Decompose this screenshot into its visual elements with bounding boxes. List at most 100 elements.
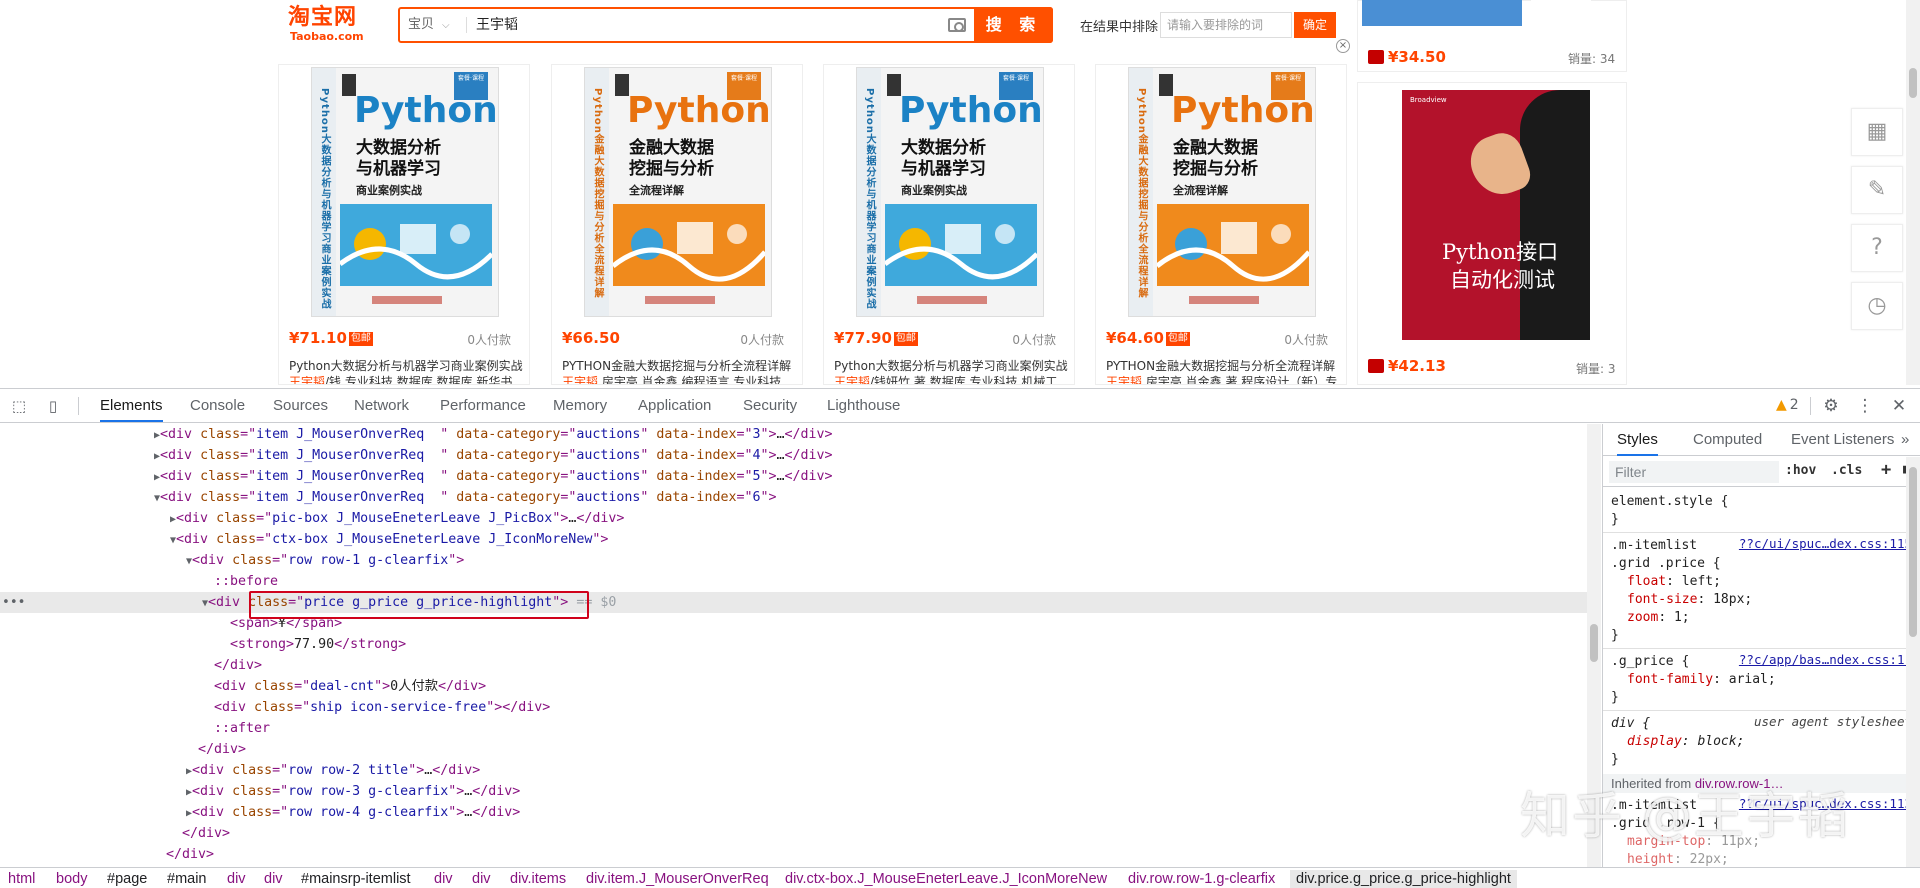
dom-node[interactable]: ▼<div class="item J_MouserOnverReq " dat… bbox=[154, 487, 777, 508]
product-image[interactable]: Broadview Python接口 自动化测试 bbox=[1402, 90, 1590, 340]
selected-dom-node[interactable]: ••• ▼<div class="price g_price g_price-hi… bbox=[0, 592, 1587, 613]
product-card[interactable]: Python金融大数据挖掘与分析全流程详解 套餐·课程 Python 金融大数据… bbox=[1095, 64, 1347, 385]
dom-node[interactable]: </div> bbox=[166, 844, 214, 865]
product-card[interactable]: Python大数据分析与机器学习商业案例实战 套餐·课程 Python 大数据分… bbox=[278, 64, 530, 385]
history-button[interactable]: ◷ bbox=[1851, 282, 1903, 330]
css-declaration[interactable]: height: 22px; bbox=[1627, 850, 1729, 867]
rule-selector[interactable]: .m-itemlist bbox=[1611, 536, 1697, 555]
breadcrumb-item[interactable]: div.items bbox=[510, 870, 566, 888]
cls-toggle[interactable]: .cls bbox=[1831, 463, 1862, 478]
css-declaration[interactable]: zoom: 1; bbox=[1627, 608, 1690, 627]
tab-security[interactable]: Security bbox=[743, 389, 797, 422]
css-declaration[interactable]: float: left; bbox=[1627, 572, 1721, 591]
search-category-select[interactable]: 宝贝 ⌵ bbox=[408, 9, 466, 41]
dom-node[interactable]: ▶<div class="item J_MouserOnverReq " dat… bbox=[154, 445, 833, 466]
product-image[interactable]: Python金融大数据挖掘与分析全流程详解 套餐·课程 Python 金融大数据… bbox=[584, 67, 772, 317]
product-image[interactable]: Python大数据分析与机器学习商业案例实战 套餐·课程 Python 大数据分… bbox=[856, 67, 1044, 317]
breadcrumb-item[interactable]: div.row.row-1.g-clearfix bbox=[1128, 870, 1275, 888]
add-rule-icon[interactable]: + bbox=[1881, 460, 1891, 480]
dom-node[interactable]: <div class="deal-cnt">0人付款</div> bbox=[214, 676, 486, 697]
product-image[interactable]: Python金融大数据挖掘与分析全流程详解 套餐·课程 Python 金融大数据… bbox=[1128, 67, 1316, 317]
tab-application[interactable]: Application bbox=[638, 389, 711, 422]
device-toolbar-icon[interactable]: ▯ bbox=[44, 397, 62, 415]
warnings-badge[interactable]: ▲ 2 bbox=[1776, 397, 1799, 413]
scrollbar-thumb[interactable] bbox=[1909, 467, 1917, 637]
dom-node[interactable]: ▶<div class="row row-4 g-clearfix">…</di… bbox=[186, 802, 520, 823]
product-title[interactable]: PYTHON金融大数据挖掘与分析全流程详解 bbox=[562, 357, 798, 374]
search-button[interactable]: 搜 索 bbox=[974, 7, 1053, 43]
filter-input[interactable]: Filter bbox=[1609, 461, 1779, 483]
breadcrumb-item[interactable]: div bbox=[434, 870, 453, 888]
breadcrumb-item[interactable]: div bbox=[264, 870, 283, 888]
tab-console[interactable]: Console bbox=[190, 389, 245, 422]
tab-memory[interactable]: Memory bbox=[553, 389, 607, 422]
product-card[interactable]: Python金融大数据挖掘与分析全流程详解 套餐·课程 Python 金融大数据… bbox=[551, 64, 803, 385]
tab-event-listeners[interactable]: Event Listeners bbox=[1791, 424, 1894, 456]
product-title[interactable]: Python大数据分析与机器学习商业案例实战 bbox=[834, 357, 1070, 374]
camera-icon[interactable] bbox=[948, 18, 966, 32]
exclude-input[interactable]: 请输入要排除的词 bbox=[1160, 12, 1292, 38]
tab-performance[interactable]: Performance bbox=[440, 389, 526, 422]
dom-node[interactable]: ▶<div class="pic-box J_MouseEneterLeave … bbox=[170, 508, 624, 529]
dom-node[interactable]: ▼<div class="row row-1 g-clearfix"> bbox=[186, 550, 464, 571]
tab-sources[interactable]: Sources bbox=[273, 389, 328, 422]
scrollbar-thumb[interactable] bbox=[1590, 624, 1598, 662]
tab-network[interactable]: Network bbox=[354, 389, 409, 422]
exclude-confirm-button[interactable]: 确定 bbox=[1294, 12, 1336, 38]
hov-toggle[interactable]: :hov bbox=[1785, 463, 1816, 478]
dom-node[interactable]: ▶<div class="item J_MouserOnverReq " dat… bbox=[154, 424, 833, 445]
product-image[interactable] bbox=[1362, 0, 1522, 26]
css-declaration[interactable]: font-family: arial; bbox=[1627, 670, 1776, 689]
tab-lighthouse[interactable]: Lighthouse bbox=[827, 389, 900, 422]
tab-elements[interactable]: Elements bbox=[100, 389, 163, 422]
breadcrumb-item[interactable]: #page bbox=[107, 870, 147, 888]
breadcrumb-item[interactable]: div bbox=[472, 870, 491, 888]
breadcrumb-item[interactable]: html bbox=[8, 870, 35, 888]
gift-button[interactable]: ▦ bbox=[1851, 108, 1903, 156]
rule-selector[interactable]: .g_price { bbox=[1611, 652, 1689, 671]
dom-node[interactable]: <strong>77.90</strong> bbox=[230, 634, 406, 655]
help-button[interactable]: ? bbox=[1851, 224, 1903, 272]
breadcrumb-item[interactable]: body bbox=[56, 870, 87, 888]
page-scrollbar[interactable] bbox=[1906, 0, 1920, 385]
tab-computed[interactable]: Computed bbox=[1693, 424, 1762, 456]
breadcrumb-item[interactable]: div.ctx-box.J_MouseEneterLeave.J_IconMor… bbox=[785, 870, 1107, 888]
stylesheet-link[interactable]: ??c/app/bas…ndex.css:11 bbox=[1739, 652, 1912, 667]
dom-node[interactable]: </div> bbox=[198, 739, 246, 760]
gear-icon[interactable]: ⚙ bbox=[1822, 397, 1840, 415]
css-declaration[interactable]: display: block; bbox=[1627, 732, 1744, 751]
pseudo-element[interactable]: ::after bbox=[214, 718, 270, 739]
taobao-logo[interactable]: 淘宝网 Taobao.com bbox=[288, 6, 372, 46]
pseudo-element[interactable]: ::before bbox=[214, 571, 278, 592]
scrollbar-thumb[interactable] bbox=[1909, 68, 1917, 98]
product-title-line2[interactable]: 王宇韬/钱妍竹 著 数据库 专业科技 机械工 bbox=[834, 373, 1070, 384]
dom-node[interactable]: <div class="ship icon-service-free"></di… bbox=[214, 697, 550, 718]
css-declaration[interactable]: font-size: 18px; bbox=[1627, 590, 1752, 609]
dom-node[interactable]: ▶<div class="row row-3 g-clearfix">…</di… bbox=[186, 781, 520, 802]
element-style-rule[interactable]: element.style { bbox=[1611, 492, 1728, 511]
search-input[interactable]: 王宇韬 bbox=[476, 9, 518, 41]
close-icon[interactable]: ✕ bbox=[1890, 397, 1908, 415]
product-title-line2[interactable]: 王宇韬 房宇亮 肖金鑫 著 程序设计（新）专 bbox=[1106, 373, 1342, 384]
product-title-line2[interactable]: 王宇韬/钱 专业科技 数据库 数据库 新华书 bbox=[289, 373, 525, 384]
product-title-line2[interactable]: 王宇韬 房宇亮 肖金鑫 编程语言 专业科技 bbox=[562, 373, 798, 384]
rule-selector[interactable]: div { bbox=[1611, 714, 1650, 733]
more-icon[interactable]: ••• bbox=[2, 592, 25, 613]
close-icon[interactable]: × bbox=[1336, 39, 1350, 53]
inspect-element-icon[interactable]: ⬚ bbox=[10, 397, 28, 415]
tab-styles[interactable]: Styles bbox=[1617, 424, 1658, 456]
breadcrumb-item[interactable]: div bbox=[227, 870, 246, 888]
rule-selector[interactable]: .grid .price { bbox=[1611, 554, 1721, 573]
styles-scrollbar[interactable] bbox=[1906, 457, 1920, 867]
dom-node[interactable]: </div> bbox=[182, 823, 230, 844]
breadcrumb-item[interactable]: #main bbox=[167, 870, 207, 888]
product-title[interactable]: PYTHON金融大数据挖掘与分析全流程详解 bbox=[1106, 357, 1342, 374]
edit-button[interactable]: ✎ bbox=[1851, 166, 1903, 214]
stylesheet-link[interactable]: ??c/ui/spuc…dex.css:115 bbox=[1739, 536, 1912, 551]
breadcrumb-item-current[interactable]: div.price.g_price.g_price-highlight bbox=[1290, 870, 1517, 888]
dom-node[interactable]: ▼<div class="ctx-box J_MouseEneterLeave … bbox=[170, 529, 608, 550]
dom-node[interactable]: ▶<div class="item J_MouserOnverReq " dat… bbox=[154, 466, 833, 487]
breadcrumb-item[interactable]: #mainsrp-itemlist bbox=[301, 870, 411, 888]
product-title[interactable]: Python大数据分析与机器学习商业案例实战 bbox=[289, 357, 525, 374]
more-tabs-icon[interactable]: » bbox=[1901, 424, 1909, 456]
